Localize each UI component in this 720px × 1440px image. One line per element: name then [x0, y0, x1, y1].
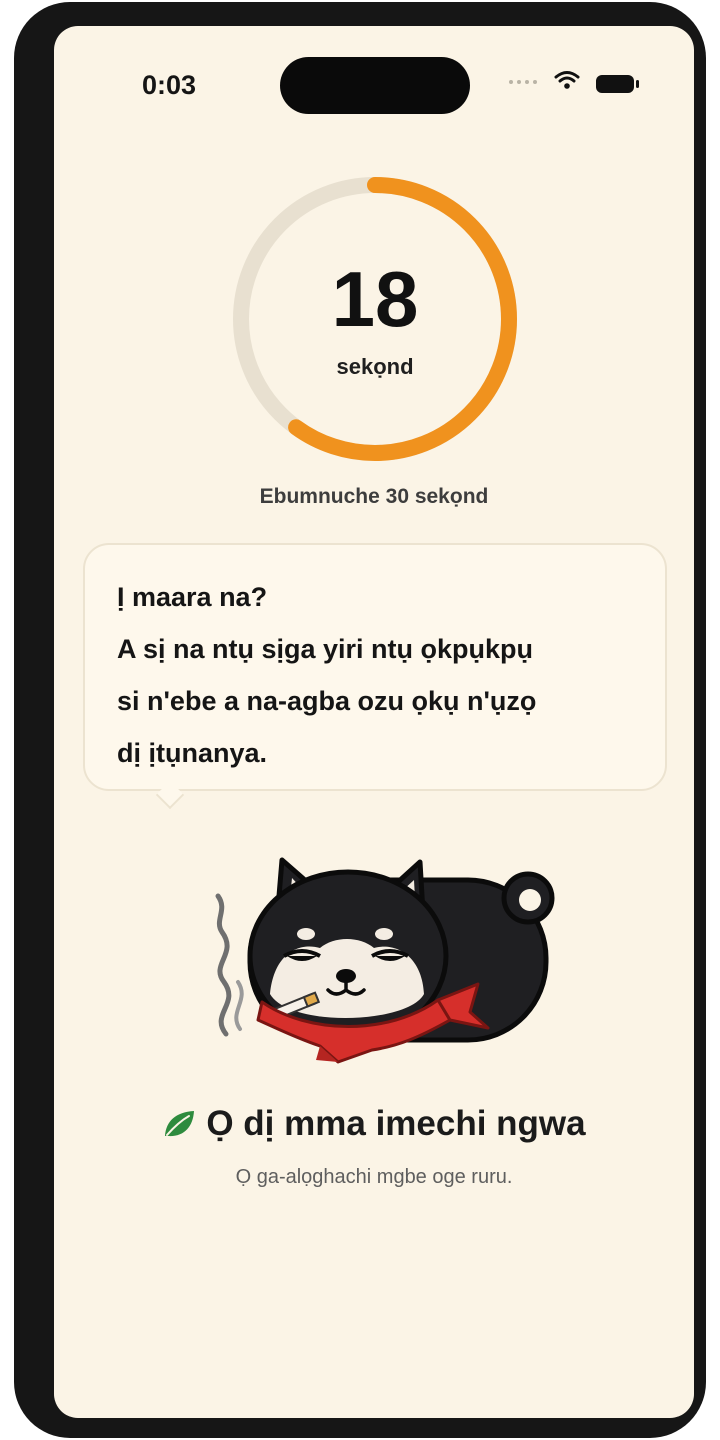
tip-line: A sị na ntụ sịga yiri ntụ ọkpụkpụ: [117, 634, 534, 664]
phone-frame: 0:03 18 sekọnd Ebumnuche 30 sekọnd Ị maa…: [14, 2, 706, 1438]
status-headline-row: Ọ dị mma imechi ngwa: [54, 1104, 694, 1144]
target-duration-label: Ebumnuche 30 sekọnd: [259, 485, 489, 508]
tip-line: dị ịtụnanya.: [117, 738, 268, 768]
tip-line: si n'ebe a na-agba ozu ọkụ n'ụzọ: [117, 686, 537, 716]
tip-line: Ị maara na?: [117, 582, 268, 612]
dynamic-island: [280, 57, 470, 114]
countdown-ring: 18 sekọnd: [228, 172, 522, 466]
status-headline: Ọ dị mma imechi ngwa: [206, 1104, 586, 1143]
wifi-icon: [554, 71, 580, 89]
countdown-unit: sekọnd: [336, 354, 414, 379]
status-subtitle: Ọ ga-alọghachi mgbe oge ruru.: [235, 1166, 513, 1188]
tip-speech-bubble: Ị maara na? A sị na ntụ sịga yiri ntụ ọk…: [83, 543, 667, 791]
leaf-icon: [165, 1111, 195, 1137]
smoking-dog-mascot-icon: [215, 857, 555, 1064]
battery-icon: [596, 75, 639, 93]
status-time: 0:03: [142, 70, 197, 100]
signal-icon: [509, 80, 537, 84]
app-screen: 0:03 18 sekọnd Ebumnuche 30 sekọnd Ị maa…: [54, 26, 694, 1418]
tip-text: Ị maara na? A sị na ntụ sịga yiri ntụ ọk…: [117, 571, 647, 779]
countdown-number: 18: [331, 255, 419, 343]
